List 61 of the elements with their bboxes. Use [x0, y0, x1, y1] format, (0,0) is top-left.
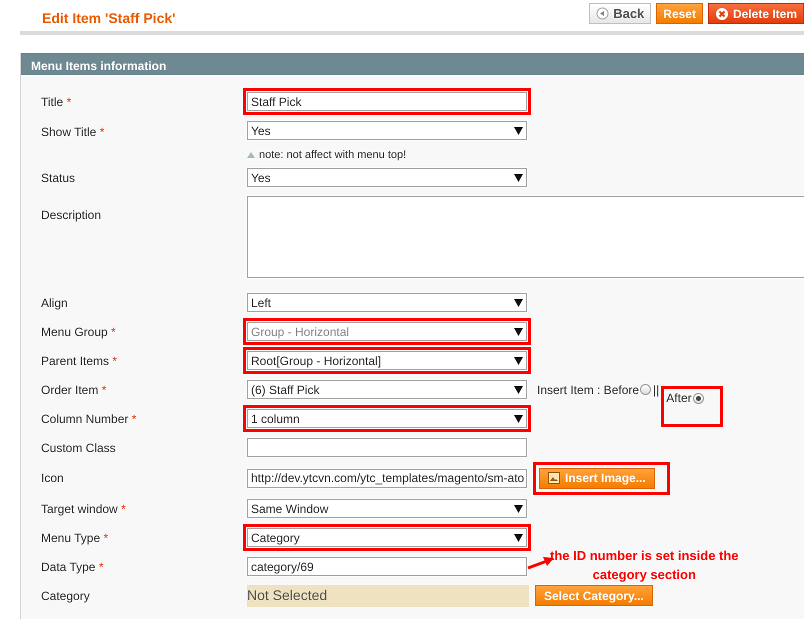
dropdown-caret-icon	[514, 534, 523, 542]
field-label: Data Type	[41, 560, 96, 574]
field-label: Description	[41, 208, 102, 222]
field-label: Order Item	[41, 382, 98, 396]
required-mark: *	[112, 354, 118, 368]
select-field[interactable]: Root[Group - Horizontal]	[247, 351, 527, 370]
section-header: Menu Items information	[21, 53, 804, 75]
triangle-icon	[247, 152, 255, 158]
required-mark: *	[100, 125, 104, 139]
required-mark: *	[98, 560, 104, 574]
field-label: Icon	[41, 471, 64, 485]
field-label: Align	[41, 296, 68, 310]
radio-option[interactable]: Insert Item : Before	[535, 380, 654, 398]
required-mark: *	[66, 94, 72, 108]
dropdown-caret-icon	[514, 126, 523, 134]
required-mark: *	[132, 412, 136, 426]
select-field: Group - Horizontal	[247, 322, 527, 341]
select-field[interactable]: Left	[247, 293, 527, 312]
field-label: Category	[41, 588, 90, 602]
required-mark: *	[121, 502, 126, 516]
field-label: Target window	[41, 502, 118, 516]
field-label: Status	[41, 170, 76, 184]
radio-option[interactable]: After	[664, 389, 706, 407]
input-field[interactable]: category/69	[247, 557, 527, 576]
separator-text: ||	[653, 382, 660, 398]
field-note: note: not affect with menu top!	[247, 147, 531, 164]
annotation-note: the ID number is set inside the category section	[550, 547, 739, 584]
field-label: Show Title	[41, 125, 96, 139]
select-field[interactable]: Category	[247, 528, 527, 547]
select-field[interactable]: Yes	[247, 121, 527, 140]
field-label: Menu Type	[41, 530, 100, 544]
dropdown-caret-icon	[514, 504, 523, 512]
close-icon	[714, 6, 729, 20]
image-icon	[548, 472, 560, 484]
input-field[interactable]: Staff Pick	[247, 92, 527, 111]
category-value: Not Selected	[247, 584, 529, 606]
field-label: Custom Class	[41, 440, 116, 454]
input-field[interactable]: http://dev.ytcvn.com/ytc_templates/magento/sm-ato	[247, 468, 527, 488]
dropdown-caret-icon	[514, 328, 523, 336]
field-label: Parent Items	[41, 354, 110, 368]
select-field[interactable]: Same Window	[247, 499, 527, 518]
back-icon	[596, 7, 610, 20]
select-field[interactable]: 1 column	[247, 409, 527, 428]
dropdown-caret-icon	[514, 386, 523, 394]
dropdown-caret-icon	[514, 414, 523, 422]
text-area[interactable]	[247, 196, 804, 278]
input-field[interactable]	[247, 438, 527, 457]
dropdown-caret-icon	[514, 356, 523, 364]
back-button[interactable]: Back	[589, 3, 652, 24]
select-field[interactable]: (6) Staff Pick	[247, 380, 527, 399]
dropdown-caret-icon	[514, 174, 523, 182]
required-mark: *	[111, 324, 116, 338]
field-label: Menu Group	[41, 324, 108, 338]
field-label: Title	[41, 94, 64, 108]
page-title: Edit Item 'Staff Pick'	[42, 9, 176, 28]
required-mark: *	[104, 530, 108, 544]
delete-button[interactable]: Delete Item	[708, 3, 804, 24]
required-mark: *	[102, 382, 106, 396]
dropdown-caret-icon	[514, 298, 523, 306]
field-label: Column Number	[41, 412, 128, 426]
select-field[interactable]: Yes	[247, 168, 527, 187]
